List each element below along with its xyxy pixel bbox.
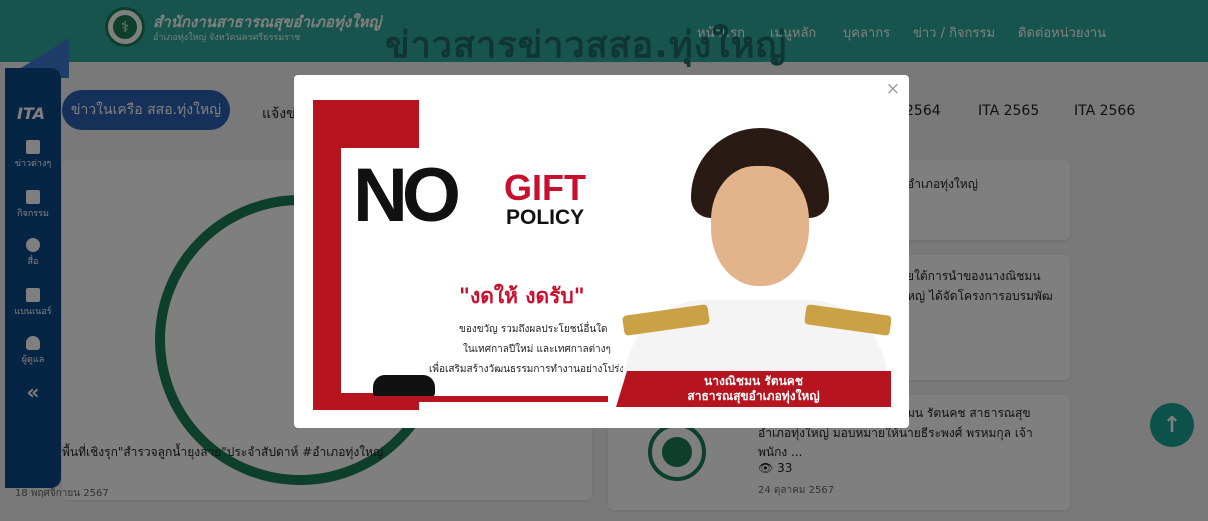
close-icon[interactable]: × — [886, 79, 900, 99]
poster-person-name: นางณิชมน รัตนคช — [704, 374, 803, 388]
poster-person-position: สาธารณสุขอำเภอทุ่งใหญ่ — [687, 389, 820, 403]
gift-box-icon — [358, 275, 430, 365]
poster-desc-line1: ของขวัญ รวมถึงผลประโยชน์อื่นใด — [459, 324, 608, 335]
poster-slogan: "งดให้ งดรับ" — [459, 284, 585, 308]
no-gift-policy-poster: NO GIFT POLICY "งดให้ งดรับ" ของขวัญ รวม… — [313, 100, 891, 410]
poster-no-text: NO — [353, 153, 461, 238]
popup-modal: × NO GIFT POLICY "งดให้ งดรับ" ของขวัญ ร… — [294, 75, 909, 428]
poster-bottom-bar — [313, 396, 608, 402]
poster-gift-text: GIFT — [504, 167, 586, 208]
hand-icon — [373, 375, 435, 397]
poster-desc-line3: เพื่อเสริมสร้างวัฒนธรรมการทำงานอย่างโปร่… — [429, 364, 636, 375]
poster-name-banner: นางณิชมน รัตนคช สาธารณสุขอำเภอทุ่งใหญ่ — [616, 371, 891, 407]
poster-desc-line2: ในเทศกาลปีใหม่ และเทศกาลต่างๆ — [463, 344, 611, 355]
portrait-face — [711, 166, 809, 286]
poster-policy-text: POLICY — [506, 206, 585, 229]
